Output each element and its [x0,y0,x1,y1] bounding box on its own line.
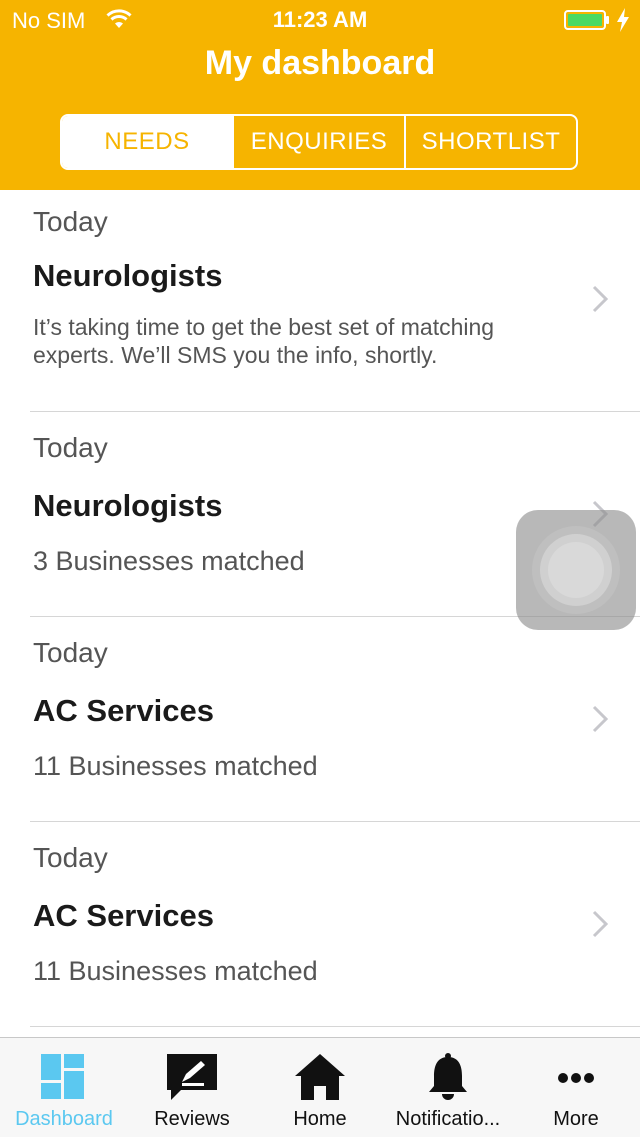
item-title: Neurologists [33,258,223,293]
item-match-count: 11 Businesses matched [33,751,318,781]
item-date: Today [33,432,108,463]
tab-enquiries[interactable]: ENQUIRIES [232,116,404,168]
item-date: Today [33,637,108,668]
list-item[interactable]: Today Neurologists It’s taking time to g… [30,190,640,412]
charging-icon [617,8,629,32]
item-title: AC Services [33,693,214,728]
assistive-touch-button[interactable] [516,510,636,630]
home-icon [295,1054,345,1100]
header: No SIM 11:23 AM My dashboard NEEDS ENQUI… [0,0,640,190]
battery-icon [564,10,609,30]
list-item[interactable]: Today AC Services 11 Businesses matched [30,822,640,1027]
tab-home[interactable]: Home [256,1038,384,1137]
tab-more[interactable]: More [512,1038,640,1137]
tab-shortlist[interactable]: SHORTLIST [404,116,576,168]
item-match-count: 3 Businesses matched [33,546,305,576]
tab-label: Dashboard [15,1108,113,1130]
tab-reviews[interactable]: Reviews [128,1038,256,1137]
tab-dashboard[interactable]: Dashboard [0,1038,128,1137]
tab-label: Notificatio... [395,1108,501,1130]
item-title: AC Services [33,898,214,933]
tab-label: Reviews [154,1108,230,1130]
tab-label: Home [293,1108,347,1130]
status-bar: No SIM 11:23 AM [0,0,640,40]
tab-notifications[interactable]: Notificatio... [384,1038,512,1137]
tab-bar: Dashboard Reviews Home Notificatio... Mo… [0,1037,640,1137]
clock-label: 11:23 AM [272,7,368,32]
more-icon [558,1073,594,1083]
tab-needs[interactable]: NEEDS [62,116,232,168]
chevron-right-icon [592,910,608,938]
chevron-right-icon [592,705,608,733]
chevron-right-icon [592,285,608,313]
list-item[interactable]: Today AC Services 11 Businesses matched [30,617,640,822]
tab-label: More [553,1108,599,1130]
item-date: Today [33,842,108,873]
item-date: Today [33,206,108,237]
dashboard-icon [41,1054,84,1099]
reviews-icon [167,1054,217,1100]
item-match-count: 11 Businesses matched [33,956,318,986]
segmented-control: NEEDS ENQUIRIES SHORTLIST [60,114,578,170]
bell-icon [429,1053,467,1100]
page-title: My dashboard [204,44,436,82]
item-title: Neurologists [33,488,223,523]
item-description: It’s taking time to get the best set of … [33,314,495,368]
assistive-ring-inner [548,542,604,598]
